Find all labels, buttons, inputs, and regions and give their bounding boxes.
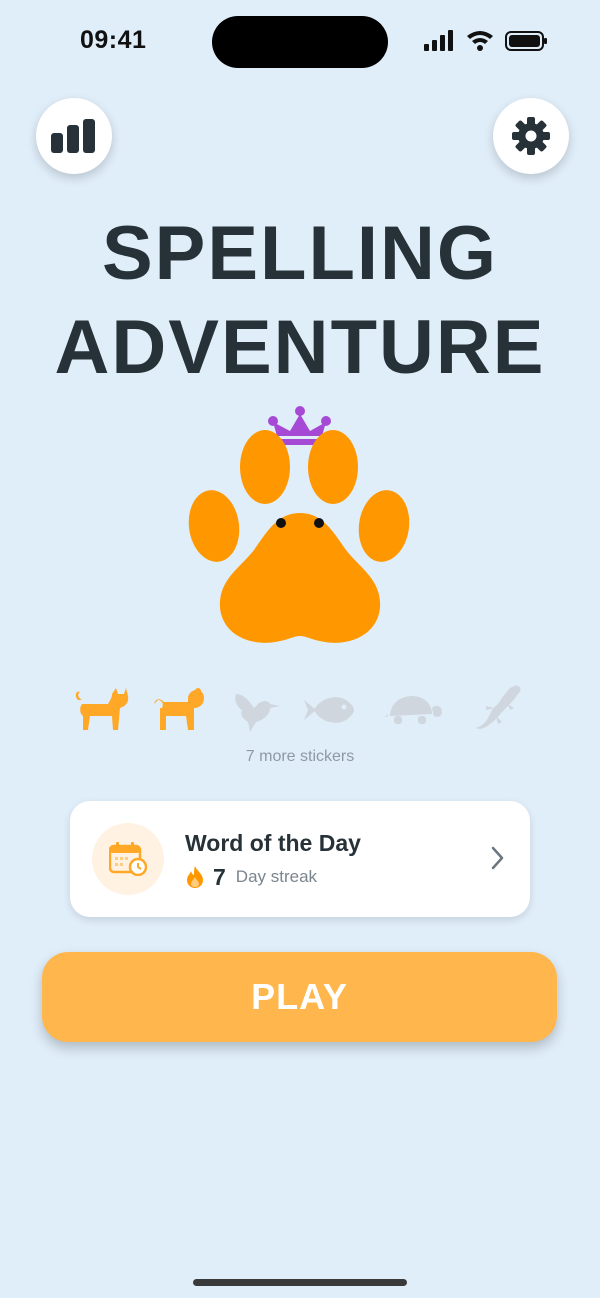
- battery-icon: [505, 31, 547, 51]
- status-time: 09:41: [80, 26, 147, 54]
- cellular-signal-icon: [424, 30, 453, 51]
- home-indicator: [193, 1279, 407, 1286]
- cat-icon: [75, 688, 129, 730]
- bar-chart-icon: [51, 119, 95, 153]
- title-line-2: ADVENTURE: [54, 305, 546, 390]
- streak-label: Day streak: [235, 867, 318, 886]
- paw-icon: [188, 430, 410, 643]
- turtle-icon: [384, 696, 442, 724]
- streak-row: 7 Day streak: [185, 864, 317, 890]
- paw-eye-left: [276, 518, 286, 528]
- gear-icon: [512, 117, 550, 155]
- wifi-icon: [467, 31, 493, 51]
- word-of-day-icon-circle: [92, 823, 164, 895]
- flame-icon: [187, 866, 203, 888]
- more-stickers-label: 7 more stickers: [245, 748, 355, 765]
- calendar-clock-icon: [109, 842, 147, 876]
- fish-icon: [304, 697, 354, 723]
- play-button[interactable]: PLAY: [42, 952, 557, 1042]
- status-icons: [424, 30, 547, 51]
- settings-button[interactable]: [493, 98, 569, 174]
- paw-mascot: [188, 406, 410, 643]
- word-of-the-day-card[interactable]: Word of the Day 7 Day streak: [70, 801, 530, 917]
- title-line-1: SPELLING: [101, 211, 499, 296]
- streak-count: 7: [213, 863, 226, 890]
- word-of-day-title: Word of the Day: [185, 830, 361, 856]
- lizard-icon: [476, 685, 521, 729]
- dynamic-island: [212, 16, 388, 68]
- sticker-row[interactable]: [60, 684, 540, 734]
- paw-eye-right: [314, 518, 324, 528]
- dog-icon: [154, 688, 204, 730]
- stats-button[interactable]: [36, 98, 112, 174]
- hummingbird-icon: [235, 694, 280, 732]
- chevron-right-icon: [491, 846, 504, 870]
